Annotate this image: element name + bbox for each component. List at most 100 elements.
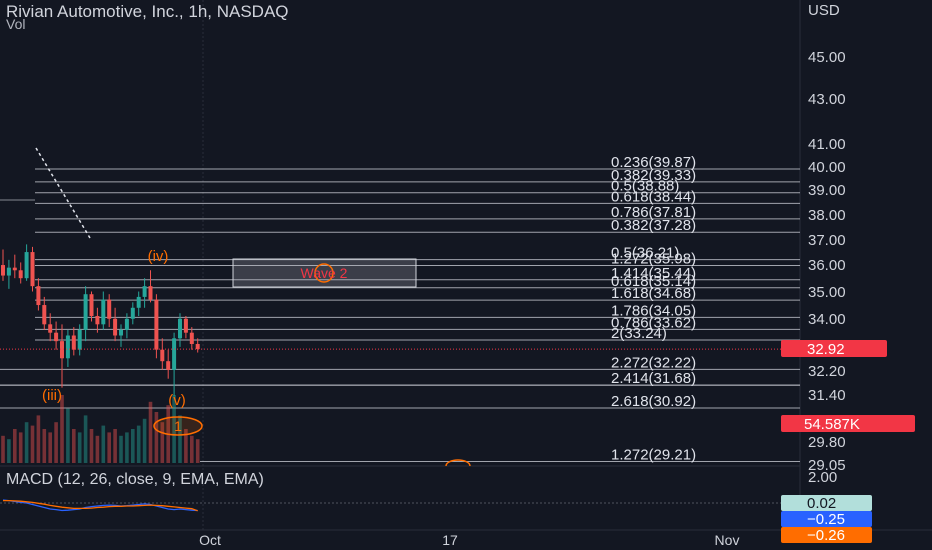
- fib-level-label: 2.618(30.92): [611, 393, 696, 410]
- candle-body: [42, 305, 47, 325]
- candle-body: [65, 335, 70, 359]
- candle-body: [189, 332, 194, 344]
- macd-tick-label: 2.00: [808, 469, 837, 486]
- candle-body: [30, 252, 35, 287]
- price-tick-label: 34.00: [808, 311, 846, 328]
- chart-title: Rivian Automotive, Inc., 1h, NASDAQ: [6, 2, 289, 21]
- time-tick-label: Nov: [715, 532, 740, 548]
- price-tick-label: 38.00: [808, 207, 846, 224]
- volume-bar: [77, 432, 82, 463]
- volume-bar: [148, 401, 153, 463]
- time-tick-label: Oct: [199, 532, 221, 548]
- currency-label: USD: [808, 2, 840, 19]
- macd-label[interactable]: MACD (12, 26, close, 9, EMA, EMA): [6, 471, 264, 489]
- volume-bar: [107, 432, 111, 463]
- volume-bar: [60, 395, 64, 463]
- wave-label: 1: [174, 418, 182, 434]
- candle-body: [154, 299, 159, 350]
- candle-body: [1, 265, 5, 276]
- volume-bar: [24, 422, 29, 463]
- volume-bar: [66, 408, 70, 463]
- candle-body: [172, 338, 177, 370]
- price-tick-label: 41.00: [808, 136, 846, 153]
- candle-body: [24, 252, 29, 279]
- price-tick-label: 32.20: [808, 363, 846, 380]
- volume-bar: [101, 425, 106, 463]
- price-tick-label: 29.80: [808, 434, 846, 451]
- candle-body: [89, 294, 94, 317]
- volume-value: 54.587K: [804, 416, 860, 433]
- volume-bar: [30, 425, 35, 463]
- candle-body: [148, 286, 153, 300]
- volume-bar: [83, 415, 88, 463]
- candle-body: [71, 335, 76, 350]
- last-price-value: 32.92: [807, 341, 845, 358]
- candle-body: [83, 294, 88, 330]
- fib-level-label: 1.272(29.21): [611, 447, 696, 464]
- candle-body: [124, 318, 129, 330]
- candle-body: [183, 318, 188, 333]
- candle-body: [101, 299, 106, 325]
- macd-value: −0.26: [807, 527, 845, 544]
- fib-level-label: 0.618(38.44): [611, 188, 696, 205]
- volume-bar: [119, 435, 123, 463]
- price-tick-label: 45.00: [808, 49, 846, 66]
- wave-label: Wave 2: [301, 265, 348, 281]
- wave-label: (iii): [42, 387, 62, 404]
- candle-body: [142, 286, 147, 297]
- volume-bar: [142, 418, 147, 463]
- fib-level-label: 2(33.24): [611, 325, 667, 342]
- candle-body: [166, 361, 171, 370]
- candle-body: [119, 329, 123, 336]
- volume-bar: [95, 435, 100, 463]
- fib-level-label: 0.382(37.28): [611, 217, 696, 234]
- candle-body: [18, 270, 23, 279]
- volume-bar: [136, 425, 141, 463]
- fib-level-label: 1.618(34.68): [611, 285, 696, 302]
- candle-body: [48, 324, 53, 333]
- candle-body: [60, 341, 64, 359]
- price-tick-label: 31.40: [808, 387, 846, 404]
- price-tick-label: 43.00: [808, 91, 846, 108]
- volume-bar: [154, 412, 159, 463]
- time-tick-label: 17: [442, 532, 458, 548]
- volume-bar: [1, 435, 5, 463]
- volume-bar: [131, 429, 135, 463]
- macd-value: 0.02: [807, 495, 836, 512]
- candle-body: [195, 343, 200, 350]
- price-tick-label: 37.00: [808, 232, 846, 249]
- candle-body: [77, 329, 82, 350]
- chart-canvas[interactable]: 45.00 43.00 41.00 40.00 39.00 38.00 37.00 36.00…: [0, 0, 932, 550]
- price-tick-label: 36.00: [808, 257, 846, 274]
- volume-bar: [72, 429, 76, 463]
- price-tick-label: 40.00: [808, 159, 846, 176]
- candle-body: [113, 318, 118, 336]
- volume-bar: [125, 432, 129, 463]
- volume-bar: [195, 439, 200, 463]
- volume-bar: [54, 422, 58, 463]
- wave-label: (iv): [148, 248, 169, 265]
- fib-level-label: 2.272(32.22): [611, 354, 696, 371]
- volume-bar: [190, 435, 194, 463]
- price-tick-label: 39.00: [808, 182, 846, 199]
- background: [0, 0, 932, 550]
- volume-bar: [18, 432, 23, 463]
- candle-body: [160, 349, 165, 362]
- volume-bar: [89, 429, 94, 463]
- candle-body: [6, 267, 11, 276]
- candle-body: [130, 307, 135, 319]
- macd-value: −0.25: [807, 511, 845, 528]
- volume-label: Vol: [6, 16, 26, 32]
- candle-body: [54, 332, 59, 342]
- candle-body: [136, 296, 141, 308]
- volume-bar: [113, 429, 117, 463]
- candle-body: [36, 286, 41, 306]
- volume-bar: [7, 439, 11, 463]
- volume-bar: [36, 415, 41, 463]
- volume-bar: [13, 429, 17, 463]
- wave-label: (v): [168, 392, 186, 409]
- volume-bar: [48, 432, 52, 463]
- candle-body: [95, 316, 100, 325]
- candle-body: [178, 318, 182, 339]
- price-tick-label: 35.00: [808, 284, 846, 301]
